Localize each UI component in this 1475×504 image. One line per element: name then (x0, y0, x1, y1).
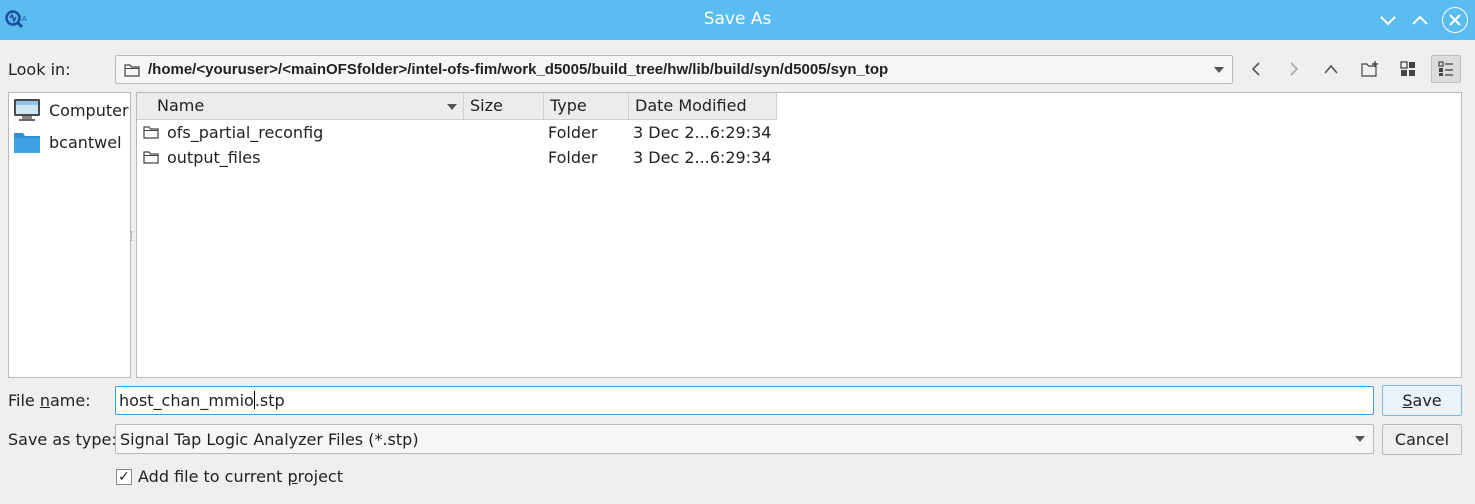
file-name-label-part: ame: (50, 391, 91, 410)
file-row[interactable]: ofs_partial_reconfig Folder 3 Dec 2...6:… (137, 120, 777, 145)
parent-directory-button[interactable] (1316, 55, 1346, 83)
column-size[interactable]: Size (464, 93, 544, 120)
file-size-cell (467, 120, 542, 145)
chevron-down-icon (1380, 16, 1396, 26)
grid-view-icon (1400, 61, 1415, 76)
forward-button[interactable] (1279, 55, 1309, 83)
dropdown-arrow-icon (1355, 436, 1365, 442)
file-name-value: host_chan_mmio.stp (119, 391, 285, 410)
splitter-handle[interactable] (131, 231, 134, 241)
file-date-cell: 3 Dec 2...6:29:34 (633, 123, 772, 142)
chevron-left-icon (1251, 62, 1260, 76)
title-bar: A Save As (0, 0, 1475, 40)
folder-icon (124, 64, 140, 77)
file-name-label: File name: (8, 391, 91, 410)
save-type-combo[interactable]: Signal Tap Logic Analyzer Files (*.stp) (115, 424, 1374, 454)
chevron-up-icon (1412, 15, 1428, 25)
file-name-cell: ofs_partial_reconfig (167, 123, 324, 142)
maximize-button[interactable] (1409, 9, 1431, 31)
file-date-cell: 3 Dec 2...6:29:34 (633, 148, 772, 167)
look-in-path: /home/<youruser>/<mainOFSfolder>/intel-o… (148, 61, 889, 78)
sidebar-item-home[interactable]: bcantwel (13, 128, 122, 156)
column-name[interactable]: Name (137, 93, 464, 120)
column-name-label: Name (157, 96, 205, 115)
add-to-project-label: Add file to current project (138, 467, 343, 486)
file-size-cell (467, 145, 542, 170)
add-to-project-label-part: Add file to current (138, 467, 288, 486)
sidebar-item-computer[interactable]: Computer (13, 96, 129, 124)
column-type[interactable]: Type (544, 93, 629, 120)
add-to-project-checkbox[interactable]: ✓ (116, 469, 132, 485)
column-date-modified[interactable]: Date Modified (629, 93, 777, 120)
save-label: ave (1412, 391, 1442, 410)
computer-icon (14, 99, 40, 121)
file-type-cell: Folder (548, 123, 598, 142)
file-name-cell: output_files (167, 148, 261, 167)
sidebar-item-label: Computer (49, 100, 129, 120)
close-button[interactable] (1442, 7, 1468, 33)
list-view-button[interactable] (1393, 55, 1423, 83)
back-button[interactable] (1241, 55, 1271, 83)
file-list: Name Size Type Date Modified ofs_partial… (136, 92, 1462, 378)
chevron-right-icon (1290, 62, 1299, 76)
sidebar-item-label: bcantwel (49, 132, 122, 152)
add-to-project-mnemonic: p (287, 467, 298, 486)
window-title: Save As (703, 9, 772, 29)
file-name-extension: .stp (254, 391, 285, 410)
file-name-text: host_chan_mmio (119, 391, 254, 410)
add-to-project-label-part: roject (297, 467, 343, 486)
save-type-label: Save as type: (8, 430, 117, 449)
cancel-button[interactable]: Cancel (1382, 424, 1462, 455)
file-name-label-part: File (8, 391, 40, 410)
file-row[interactable]: output_files Folder 3 Dec 2...6:29:34 (137, 145, 777, 170)
file-list-header: Name Size Type Date Modified (137, 93, 777, 120)
minimize-button[interactable] (1377, 9, 1399, 31)
look-in-combo[interactable]: /home/<youruser>/<mainOFSfolder>/intel-o… (115, 55, 1233, 84)
close-icon (1443, 8, 1467, 32)
new-folder-icon (1361, 61, 1378, 77)
detail-view-button[interactable] (1431, 55, 1461, 83)
look-in-label: Look in: (8, 60, 71, 79)
chevron-up-icon (1324, 64, 1338, 74)
folder-icon (14, 133, 40, 153)
dropdown-arrow-icon (1214, 66, 1224, 73)
save-type-value: Signal Tap Logic Analyzer Files (*.stp) (120, 430, 419, 449)
folder-icon (143, 126, 159, 139)
folder-icon (143, 151, 159, 164)
file-name-input[interactable]: host_chan_mmio.stp (115, 386, 1374, 415)
places-sidebar: Computer bcantwel (8, 92, 134, 378)
new-folder-button[interactable] (1355, 55, 1385, 83)
file-name-label-mnemonic: n (39, 391, 50, 410)
file-type-cell: Folder (548, 148, 598, 167)
sort-descending-icon (447, 104, 457, 110)
save-button[interactable]: Save (1382, 385, 1462, 416)
save-mnemonic: S (1402, 391, 1413, 410)
detail-view-icon (1438, 61, 1453, 76)
